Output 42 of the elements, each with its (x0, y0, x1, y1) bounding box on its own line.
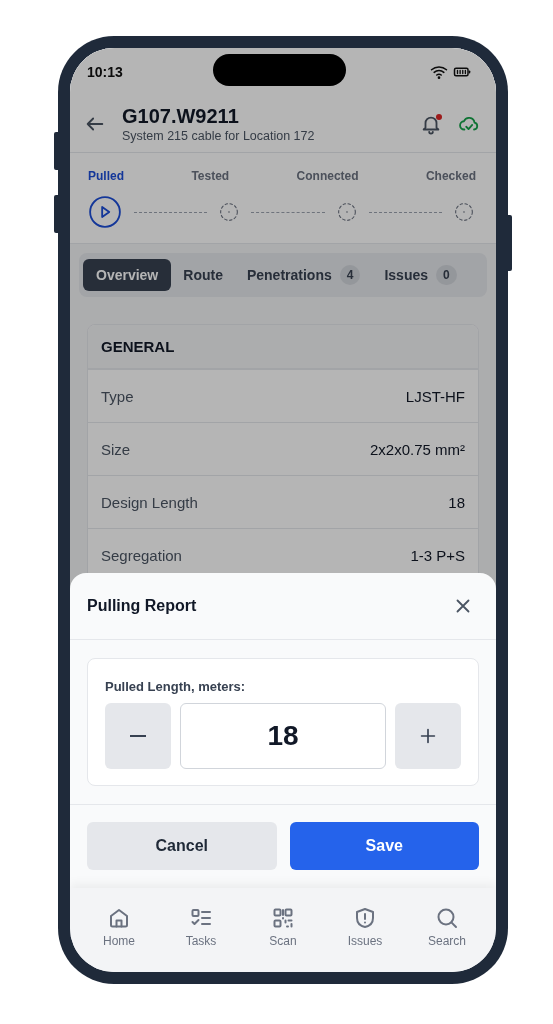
tab[interactable]: Route (171, 259, 235, 291)
dashed-circle-icon[interactable] (454, 202, 474, 222)
minus-icon (130, 735, 146, 737)
tab[interactable]: Issues 0 (372, 257, 469, 293)
field-value: 2x2x0.75 mm² (369, 440, 465, 458)
sheet-title: Pulling Report (87, 597, 197, 615)
step-label[interactable]: Checked (425, 169, 476, 183)
dashed-circle-icon[interactable] (219, 202, 240, 222)
qr-code-icon (271, 906, 295, 930)
shield-alert-icon (353, 906, 377, 930)
nav-item[interactable]: Tasks (166, 906, 236, 948)
section-header: GENERAL (88, 325, 478, 370)
count-badge: 0 (436, 265, 457, 285)
step-label[interactable]: Connected (296, 169, 359, 183)
play-circle-icon[interactable] (88, 195, 122, 229)
save-button[interactable]: Save (289, 822, 479, 870)
step-label[interactable]: Pulled (88, 169, 124, 183)
field-label: Size (101, 440, 131, 458)
dashed-circle-icon[interactable] (336, 202, 357, 222)
nav-item[interactable]: Issues (330, 906, 400, 948)
tab[interactable]: Penetrations 4 (234, 257, 373, 293)
cable-subtitle: System 215 cable for Location 172 (122, 127, 316, 144)
field-label: Type (101, 387, 134, 405)
field-value: LJST-HF (405, 387, 465, 405)
search-icon (435, 906, 459, 930)
nav-item[interactable]: Search (412, 906, 482, 948)
status-time: 10:13 (87, 63, 123, 80)
field-label: Segregation (101, 546, 182, 564)
nav-item[interactable]: Home (84, 906, 154, 948)
cable-title: G107.W9211 (122, 103, 240, 128)
field-label: Design Length (101, 493, 198, 511)
length-input[interactable]: 18 (180, 703, 386, 769)
nav-item[interactable]: Scan (248, 906, 318, 948)
field-value: 1-3 P+S (410, 546, 465, 564)
field-value: 18 (448, 493, 465, 511)
cancel-button[interactable]: Cancel (87, 822, 277, 870)
count-badge: 4 (339, 265, 361, 285)
step-label[interactable]: Tested (191, 169, 230, 183)
notifications-button[interactable] (420, 112, 442, 135)
tab[interactable]: Overview (83, 259, 172, 291)
field-label: Pulled Length, meters: (105, 679, 247, 694)
home-icon (107, 906, 131, 930)
